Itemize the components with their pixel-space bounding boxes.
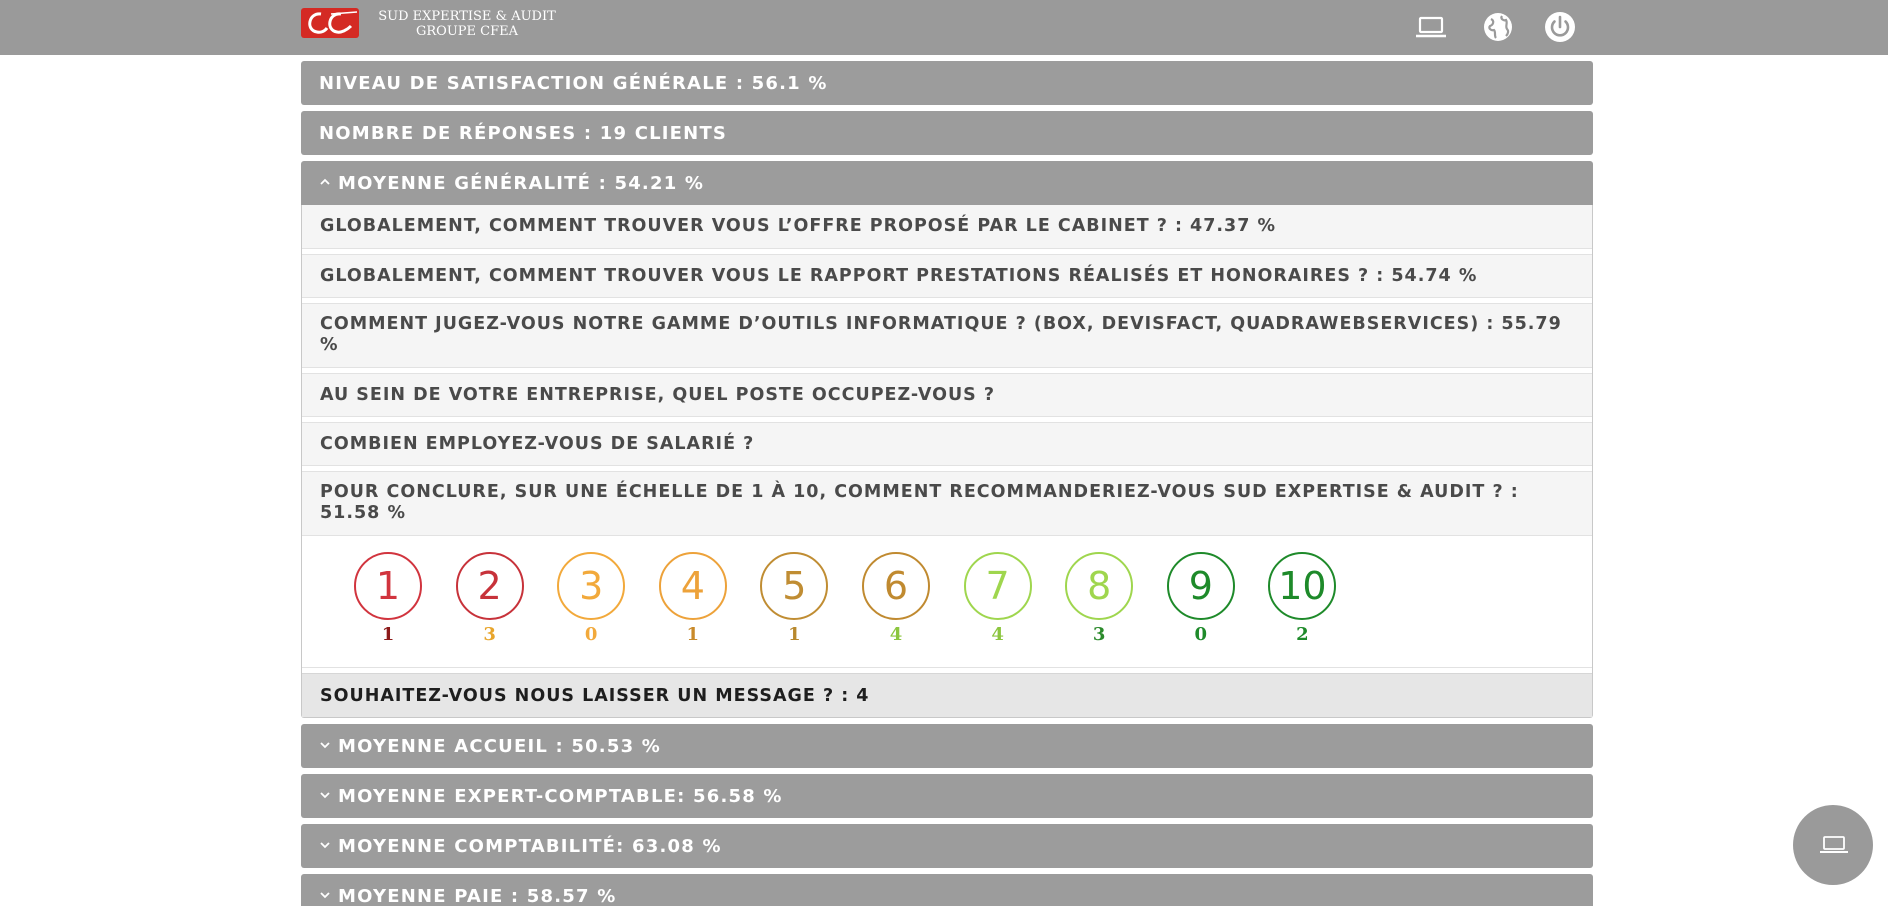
section-paie-label: MOYENNE PAIE : 58.57 % — [338, 885, 617, 906]
floating-laptop-button[interactable] — [1793, 805, 1873, 885]
rating-count: 4 — [991, 624, 1004, 645]
generalite-panel: GLOBALEMENT, COMMENT TROUVER VOUS L’OFFR… — [301, 205, 1593, 718]
top-bar: SUD EXPERTISE & AUDIT GROUPE CFEA — [0, 0, 1888, 55]
laptop-icon[interactable] — [1414, 10, 1448, 44]
rating-count: 3 — [483, 624, 496, 645]
rating-circle: 3 — [557, 552, 626, 620]
question-text: AU SEIN DE VOTRE ENTREPRISE, QUEL POSTE … — [320, 384, 996, 405]
rating-circle: 1 — [354, 552, 422, 620]
question-row[interactable]: POUR CONCLURE, SUR UNE ÉCHELLE DE 1 À 10… — [302, 471, 1592, 536]
power-icon[interactable] — [1543, 10, 1577, 44]
rating-count: 1 — [686, 624, 700, 645]
globe-icon[interactable] — [1481, 10, 1515, 44]
section-accueil-label: MOYENNE ACCUEIL : 50.53 % — [338, 735, 661, 757]
question-text: COMMENT JUGEZ-VOUS NOTRE GAMME D’OUTILS … — [320, 314, 1562, 355]
section-responses-label: NOMBRE DE RÉPONSES : 19 CLIENTS — [319, 122, 728, 144]
rating-circle: 6 — [862, 552, 930, 620]
chevron-down-icon — [319, 839, 332, 854]
chevron-down-icon — [319, 789, 332, 804]
chevron-down-icon — [319, 739, 332, 754]
section-responses[interactable]: NOMBRE DE RÉPONSES : 19 CLIENTS — [301, 111, 1593, 155]
question-row[interactable]: GLOBALEMENT, COMMENT TROUVER VOUS LE RAP… — [302, 254, 1592, 298]
brand-line-2: GROUPE CFEA — [415, 24, 518, 39]
section-satisfaction[interactable]: NIVEAU DE SATISFACTION GÉNÉRALE : 56.1 % — [301, 61, 1593, 105]
rating-option-6[interactable]: 64 — [861, 552, 931, 645]
rating-option-2[interactable]: 23 — [455, 552, 525, 645]
rating-circle: 7 — [963, 552, 1032, 620]
rating-option-5[interactable]: 51 — [759, 552, 829, 645]
section-comptabilite[interactable]: MOYENNE COMPTABILITÉ: 63.08 % — [301, 824, 1593, 868]
survey-results: NIVEAU DE SATISFACTION GÉNÉRALE : 56.1 %… — [301, 61, 1593, 906]
rating-scale: 1 1 2 3 3 0 4 1 5 1 6 4 7 4 8 3 9 0 10 2 — [302, 536, 1592, 668]
rating-circle: 10 — [1268, 552, 1337, 620]
question-row[interactable]: AU SEIN DE VOTRE ENTREPRISE, QUEL POSTE … — [302, 373, 1592, 417]
section-generalite[interactable]: MOYENNE GÉNÉRALITÉ : 54.21 % — [301, 161, 1593, 205]
section-expert-label: MOYENNE EXPERT-COMPTABLE: 56.58 % — [338, 785, 783, 807]
rating-option-7[interactable]: 74 — [963, 552, 1033, 645]
question-text: COMBIEN EMPLOYEZ-VOUS DE SALARIÉ ? — [320, 433, 755, 454]
rating-option-4[interactable]: 41 — [658, 552, 728, 645]
rating-option-10[interactable]: 10 2 — [1267, 552, 1337, 645]
rating-circle: 9 — [1166, 552, 1235, 620]
message-row[interactable]: SOUHAITEZ-VOUS NOUS LAISSER UN MESSAGE ?… — [302, 673, 1592, 717]
rating-option-9[interactable]: 90 — [1166, 552, 1236, 645]
rating-count: 2 — [1296, 624, 1309, 645]
rating-option-3[interactable]: 30 — [556, 552, 626, 645]
question-row[interactable]: COMMENT JUGEZ-VOUS NOTRE GAMME D’OUTILS … — [302, 303, 1592, 368]
chevron-down-icon — [319, 889, 332, 904]
rating-circle: 2 — [455, 552, 524, 620]
section-generalite-label: MOYENNE GÉNÉRALITÉ : 54.21 % — [338, 172, 705, 194]
message-row-label: SOUHAITEZ-VOUS NOUS LAISSER UN MESSAGE ?… — [320, 685, 870, 706]
chevron-up-icon — [319, 176, 332, 191]
brand-name: SUD EXPERTISE & AUDIT GROUPE CFEA — [372, 9, 562, 39]
section-comptabilite-label: MOYENNE COMPTABILITÉ: 63.08 % — [338, 835, 722, 857]
question-row[interactable]: GLOBALEMENT, COMMENT TROUVER VOUS L’OFFR… — [302, 205, 1592, 249]
rating-circle: 4 — [658, 552, 727, 620]
section-paie[interactable]: MOYENNE PAIE : 58.57 % — [301, 874, 1593, 906]
rating-option-8[interactable]: 83 — [1064, 552, 1134, 645]
section-satisfaction-label: NIVEAU DE SATISFACTION GÉNÉRALE : 56.1 % — [319, 72, 828, 94]
section-accueil[interactable]: MOYENNE ACCUEIL : 50.53 % — [301, 724, 1593, 768]
rating-count: 4 — [889, 624, 903, 645]
rating-count: 0 — [584, 624, 598, 645]
question-text: GLOBALEMENT, COMMENT TROUVER VOUS L’OFFR… — [320, 216, 1277, 236]
laptop-icon — [1820, 836, 1848, 853]
rating-option-1[interactable]: 11 — [353, 552, 423, 645]
rating-circle: 8 — [1065, 552, 1134, 620]
rating-count: 1 — [381, 624, 395, 645]
rating-count: 0 — [1194, 624, 1208, 645]
section-expert-comptable[interactable]: MOYENNE EXPERT-COMPTABLE: 56.58 % — [301, 774, 1593, 818]
company-logo[interactable] — [301, 8, 359, 38]
brand-line-1: SUD EXPERTISE & AUDIT — [378, 9, 556, 24]
question-text: POUR CONCLURE, SUR UNE ÉCHELLE DE 1 À 10… — [320, 482, 1519, 523]
rating-circle: 5 — [760, 552, 829, 620]
question-text: GLOBALEMENT, COMMENT TROUVER VOUS LE RAP… — [320, 265, 1478, 286]
rating-count: 1 — [788, 624, 801, 645]
question-row[interactable]: COMBIEN EMPLOYEZ-VOUS DE SALARIÉ ? — [302, 422, 1592, 466]
rating-count: 3 — [1092, 624, 1106, 645]
